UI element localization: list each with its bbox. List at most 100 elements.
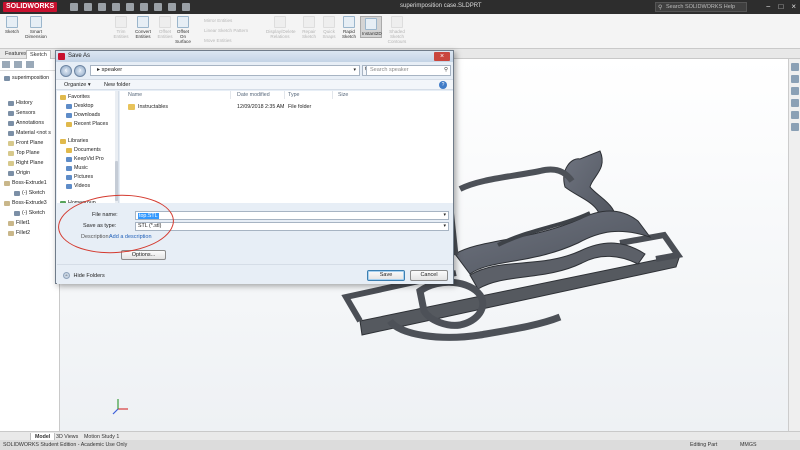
nav-documents[interactable]: Documents	[66, 147, 101, 153]
column-date-modified[interactable]: Date modified	[237, 92, 270, 98]
tree-item-sketch-a[interactable]: (-) Sketch	[14, 190, 45, 196]
editing-mode-text: Editing Part	[690, 442, 718, 448]
dialog-title-bar: Save As ×	[56, 51, 453, 62]
move-entities-button[interactable]: Move Entities	[204, 38, 232, 43]
tree-item-boss-extrude3[interactable]: Boss-Extrude3	[4, 200, 47, 206]
tree-item-sensors[interactable]: Sensors	[8, 110, 35, 116]
view-palette-icon[interactable]	[791, 99, 799, 107]
tree-item-top-plane[interactable]: Top Plane	[8, 150, 40, 156]
maximize-icon[interactable]: □	[778, 2, 783, 12]
save-icon[interactable]	[112, 3, 120, 11]
address-dropdown-icon[interactable]: ▾	[353, 66, 356, 75]
tree-item-boss-extrude1[interactable]: Boss-Extrude1	[4, 180, 47, 186]
close-icon[interactable]: ×	[791, 2, 796, 12]
dialog-close-button[interactable]: ×	[434, 52, 450, 61]
column-size[interactable]: Size	[338, 92, 348, 98]
tree-item-right-plane[interactable]: Right Plane	[8, 160, 43, 166]
window-controls: − □ ×	[766, 2, 796, 12]
tree-item-origin[interactable]: Origin	[8, 170, 30, 176]
select-icon[interactable]	[154, 3, 162, 11]
linear-pattern-button[interactable]: Linear Sketch Pattern	[204, 28, 248, 33]
convert-entities-button[interactable]: Convert Entities	[132, 16, 154, 39]
file-row[interactable]: Instructables 12/09/2018 2:35 AM File fo…	[120, 103, 453, 111]
new-document-icon[interactable]	[84, 3, 92, 11]
quick-snaps-button[interactable]: Quick Snaps	[320, 16, 338, 39]
options-icon[interactable]	[182, 3, 190, 11]
help-search-input[interactable]: ⚲ Search SOLIDWORKS Help	[655, 2, 747, 12]
save-button[interactable]: Save	[367, 270, 405, 281]
options-button[interactable]: Options...	[121, 250, 166, 260]
print-icon[interactable]	[126, 3, 134, 11]
tree-item-annotations[interactable]: Annotations	[8, 120, 44, 126]
save-as-type-dropdown-icon[interactable]: ▾	[443, 223, 446, 230]
column-type[interactable]: Type	[288, 92, 299, 98]
add-description-link[interactable]: Add a description	[109, 234, 152, 240]
nav-pictures[interactable]: Pictures	[66, 174, 93, 180]
design-library-icon[interactable]	[791, 75, 799, 83]
configuration-icon[interactable]	[26, 61, 34, 68]
home-icon[interactable]	[70, 3, 78, 11]
solidworks-logo[interactable]: SOLIDWORKS	[3, 2, 58, 12]
address-breadcrumb[interactable]: ▸ speaker	[97, 67, 122, 73]
tree-item-material[interactable]: Material <not s	[8, 130, 51, 136]
custom-properties-icon[interactable]	[791, 123, 799, 131]
offset-on-surface-button[interactable]: Offset On Surface	[174, 16, 192, 44]
tree-item-front-plane[interactable]: Front Plane	[8, 140, 43, 146]
file-name-input[interactable]: top.STL ▾	[135, 211, 449, 220]
scrollbar-thumb[interactable]	[115, 161, 118, 201]
sketch-icon	[14, 190, 20, 196]
minimize-icon[interactable]: −	[766, 2, 771, 12]
hide-folders-toggle[interactable]: ^ Hide Folders	[63, 272, 105, 279]
feature-tree-icon[interactable]	[2, 61, 10, 68]
nav-recent-places[interactable]: Recent Places	[66, 121, 108, 127]
rebuild-icon[interactable]	[168, 3, 176, 11]
cancel-button[interactable]: Cancel	[410, 270, 448, 281]
tree-item-fillet2[interactable]: Fillet2	[8, 230, 30, 236]
nav-desktop[interactable]: Desktop	[66, 103, 93, 109]
folder-search-input[interactable]: Search speaker ⚲	[366, 65, 451, 76]
nav-libraries[interactable]: Libraries	[60, 138, 88, 144]
mirror-entities-button[interactable]: Mirror Entities	[204, 18, 232, 23]
smart-dimension-button[interactable]: Smart Dimension	[24, 16, 48, 39]
address-bar[interactable]: ▸ speaker ▾	[90, 65, 360, 76]
nav-music[interactable]: Music	[66, 165, 88, 171]
help-icon[interactable]: ?	[439, 81, 447, 89]
sketch-button[interactable]: Sketch	[4, 16, 20, 34]
file-name-value[interactable]: top.STL	[138, 213, 159, 219]
instant2d-button[interactable]: Instant2D	[360, 16, 382, 38]
nav-videos[interactable]: Videos	[66, 183, 90, 189]
file-explorer-icon[interactable]	[791, 87, 799, 95]
column-separator[interactable]	[230, 91, 231, 99]
offset-entities-button[interactable]: Offset Entities	[156, 16, 174, 39]
property-manager-icon[interactable]	[14, 61, 22, 68]
new-folder-button[interactable]: New folder	[104, 80, 130, 90]
units-selector[interactable]: MMGS	[740, 440, 756, 450]
tab-sketch[interactable]: Sketch	[26, 50, 51, 59]
tree-item-fillet1[interactable]: Fillet1	[8, 220, 30, 226]
libraries-icon	[60, 138, 66, 144]
column-name[interactable]: Name	[128, 92, 142, 98]
back-arrow-icon[interactable]: ‹	[60, 65, 72, 77]
shaded-contours-icon	[391, 16, 403, 28]
nav-favorites[interactable]: Favorites	[60, 94, 90, 100]
undo-icon[interactable]	[140, 3, 148, 11]
rapid-sketch-button[interactable]: Rapid Sketch	[340, 16, 358, 39]
tree-item-history[interactable]: History	[8, 100, 32, 106]
appearances-icon[interactable]	[791, 111, 799, 119]
column-separator[interactable]	[284, 91, 285, 99]
column-separator[interactable]	[332, 91, 333, 99]
repair-sketch-button[interactable]: Repair Sketch	[300, 16, 318, 39]
display-delete-relations-button[interactable]: Display/Delete Relations	[266, 16, 296, 39]
resources-icon[interactable]	[791, 63, 799, 71]
file-name-dropdown-icon[interactable]: ▾	[443, 212, 446, 219]
trim-entities-button[interactable]: Trim Entities	[112, 16, 130, 39]
tree-item-part[interactable]: superimposition	[4, 75, 49, 81]
shaded-sketch-contours-button[interactable]: Shaded Sketch Contours	[386, 16, 408, 44]
open-icon[interactable]	[98, 3, 106, 11]
nav-keepvid-pro[interactable]: KeepVid Pro	[66, 156, 104, 162]
organize-menu[interactable]: Organize ▾	[64, 80, 91, 90]
forward-arrow-icon[interactable]: ›	[74, 65, 86, 77]
tree-item-sketch-b[interactable]: (-) Sketch	[14, 210, 45, 216]
nav-downloads[interactable]: Downloads	[66, 112, 100, 118]
save-as-type-select[interactable]: STL (*.stl) ▾	[135, 222, 449, 231]
